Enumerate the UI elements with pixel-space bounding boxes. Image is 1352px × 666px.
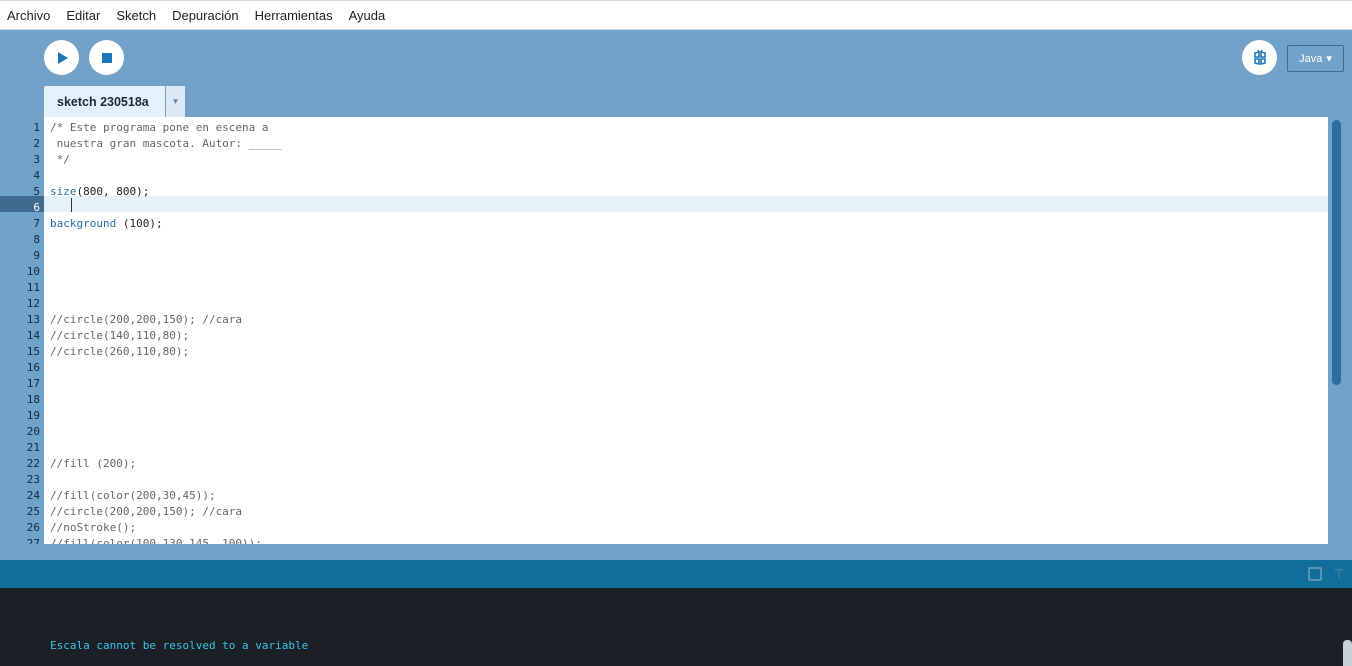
line-number: 25 — [26, 505, 40, 518]
editor-scroll-thumb[interactable] — [1332, 120, 1341, 385]
code-line: 23 — [0, 472, 1352, 488]
line-number: 2 — [33, 137, 40, 150]
code-line: 19 — [0, 408, 1352, 424]
code-line: 3 */ — [0, 152, 1352, 168]
toolbar: Java ▾ sketch 230518a ▾ — [0, 30, 1352, 117]
line-code: //fill(color(200,30,45)); — [50, 489, 216, 502]
line-code: nuestra gran mascota. Autor: _____ — [50, 137, 282, 150]
code-line: 22 //fill (200); — [0, 456, 1352, 472]
line-number: 16 — [26, 361, 40, 374]
code-line: 24 //fill(color(200,30,45)); — [0, 488, 1352, 504]
tab-menu-arrow-icon[interactable]: ▾ — [166, 86, 185, 117]
console-area: Escala cannot be resolved to a variable — [0, 588, 1352, 666]
code-line: 10 — [0, 264, 1352, 280]
line-number: 22 — [26, 457, 40, 470]
menu-ayuda[interactable]: Ayuda — [349, 8, 386, 23]
line-code: //noStroke(); — [50, 521, 137, 534]
line-code: background (100); — [50, 216, 163, 232]
code-line: 4 — [0, 168, 1352, 184]
menu-depuracion[interactable]: Depuración — [172, 8, 239, 23]
code-line: 18 — [0, 392, 1352, 408]
code-line: 1 /* Este programa pone en escena a — [0, 120, 1352, 136]
line-code: */ — [50, 153, 70, 166]
line-code: //circle(200,200,150); //cara — [50, 505, 243, 518]
line-number: 23 — [26, 473, 40, 486]
code-line: 15 //circle(260,110,80); — [0, 344, 1352, 360]
menu-archivo[interactable]: Archivo — [7, 8, 50, 23]
stop-button[interactable] — [89, 40, 124, 75]
line-code: /* Este programa pone en escena a — [50, 121, 269, 134]
copy-icon[interactable] — [1308, 567, 1322, 581]
line-number: 15 — [26, 345, 40, 358]
menu-bar: Archivo Editar Sketch Depuración Herrami… — [0, 0, 1352, 30]
code-line: 20 — [0, 424, 1352, 440]
line-number: 9 — [33, 249, 40, 262]
line-number: 26 — [26, 521, 40, 534]
status-bar — [0, 560, 1352, 588]
editor-scrollbar[interactable] — [1328, 117, 1352, 544]
code-line: 25 //circle(200,200,150); //cara — [0, 504, 1352, 520]
menu-herramientas[interactable]: Herramientas — [255, 8, 333, 23]
chevron-down-icon: ▾ — [1326, 53, 1332, 65]
line-number: 13 — [26, 313, 40, 326]
run-button[interactable] — [44, 40, 79, 75]
code-line: 11 — [0, 280, 1352, 296]
line-number: 1 — [33, 121, 40, 134]
keyword: background — [50, 217, 117, 230]
code-line: 21 — [0, 440, 1352, 456]
line-number: 6 — [33, 201, 40, 214]
stop-icon — [101, 52, 112, 63]
code-line: 26 //noStroke(); — [0, 520, 1352, 536]
code-line: 16 — [0, 360, 1352, 376]
line-code: //circle(140,110,80); — [50, 329, 190, 342]
debug-button[interactable] — [1242, 40, 1277, 75]
line-number: 19 — [26, 409, 40, 422]
line-code: //circle(260,110,80); — [50, 345, 190, 358]
code-rest: (100); — [116, 217, 163, 230]
line-number: 8 — [33, 233, 40, 246]
tab-sketch[interactable]: sketch 230518a — [44, 86, 165, 117]
line-number: 21 — [26, 441, 40, 454]
line-number: 10 — [26, 265, 40, 278]
line-code: //fill (200); — [50, 457, 137, 470]
play-icon — [58, 51, 68, 64]
code-rest: (800, 800); — [76, 185, 150, 198]
editor-bottom-strip — [0, 544, 1352, 560]
keyword: size — [50, 185, 77, 198]
mode-label: Java — [1299, 52, 1323, 65]
line-code: //circle(200,200,150); //cara — [50, 313, 243, 326]
mode-selector[interactable]: Java ▾ — [1287, 45, 1344, 72]
console-message: Escala cannot be resolved to a variable — [50, 639, 309, 652]
code-line: 12 — [0, 296, 1352, 312]
code-line: 14 //circle(140,110,80); — [0, 328, 1352, 344]
code-line: 6 — [0, 200, 1352, 216]
butterfly-icon — [1253, 49, 1266, 65]
code-line: 5 size(800, 800); — [0, 184, 1352, 200]
code-line: 2 nuestra gran mascota. Autor: _____ — [0, 136, 1352, 152]
line-number: 18 — [26, 393, 40, 406]
line-number: 20 — [26, 425, 40, 438]
code-line: 13 //circle(200,200,150); //cara — [0, 312, 1352, 328]
code-line: 9 — [0, 248, 1352, 264]
line-number: 24 — [26, 489, 40, 502]
line-number: 17 — [26, 377, 40, 390]
code-line: 7 background (100); — [0, 216, 1352, 232]
line-number: 5 — [33, 185, 40, 198]
line-number: 11 — [26, 281, 40, 294]
console-scrollbar[interactable] — [1343, 640, 1352, 666]
code-line: 8 — [0, 232, 1352, 248]
text-cursor — [71, 198, 72, 212]
line-number: 7 — [33, 217, 40, 230]
line-number: 3 — [33, 153, 40, 166]
code-line: 17 — [0, 376, 1352, 392]
menu-sketch[interactable]: Sketch — [116, 8, 156, 23]
line-code: size(800, 800); — [50, 184, 149, 200]
minimize-console-icon[interactable]: ⊤ — [1331, 566, 1347, 582]
line-number: 14 — [26, 329, 40, 342]
menu-editar[interactable]: Editar — [66, 8, 100, 23]
line-number: 4 — [33, 169, 40, 182]
line-number: 12 — [26, 297, 40, 310]
